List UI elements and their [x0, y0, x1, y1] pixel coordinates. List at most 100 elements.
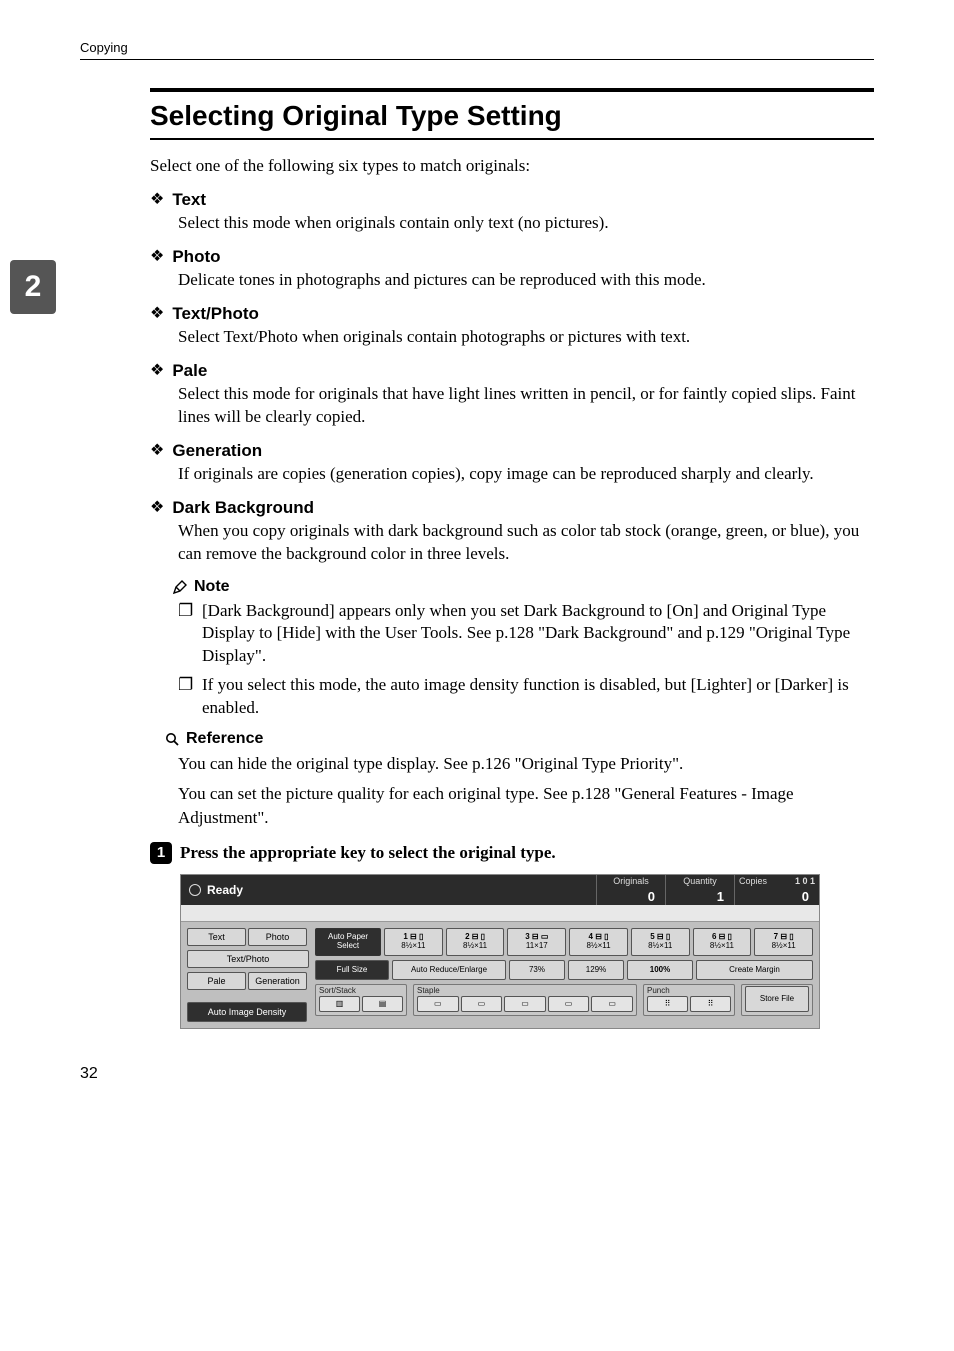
type-photo: ❖ Photo Delicate tones in photographs an…: [150, 247, 874, 292]
paper-tray-2[interactable]: 2 ⊟ ▯8½×11: [446, 928, 505, 956]
sort-option-button[interactable]: ▥: [319, 996, 360, 1012]
page-number: 32: [80, 1065, 874, 1083]
type-title: Text: [172, 190, 206, 210]
copies-counter: Copies 1 0 1 0: [734, 875, 819, 905]
punch-option-button[interactable]: ⠿: [690, 996, 731, 1012]
paper-tray-1[interactable]: 1 ⊟ ▯8½×11: [384, 928, 443, 956]
tray-size: 8½×11: [401, 942, 425, 951]
type-generation: ❖ Generation If originals are copies (ge…: [150, 441, 874, 486]
originals-label: Originals: [601, 876, 661, 886]
diamond-icon: ❖: [150, 249, 164, 265]
type-body: Select this mode when originals contain …: [178, 212, 874, 235]
note-text: [Dark Background] appears only when you …: [202, 600, 874, 669]
sort-stack-label: Sort/Stack: [319, 986, 403, 995]
diamond-icon: ❖: [150, 306, 164, 322]
tray-size: 8½×11: [586, 942, 610, 951]
status-bar: [181, 905, 819, 922]
tray-size: 8½×11: [648, 942, 672, 951]
diamond-icon: ❖: [150, 443, 164, 459]
store-file-button[interactable]: Store File: [745, 986, 809, 1012]
create-margin-button[interactable]: Create Margin: [696, 960, 813, 980]
punch-option-button[interactable]: ⠿: [647, 996, 688, 1012]
staple-group: Staple ▭ ▭ ▭ ▭ ▭: [413, 984, 637, 1016]
generation-type-button[interactable]: Generation: [248, 972, 307, 990]
type-title: Text/Photo: [172, 304, 259, 324]
textphoto-type-button[interactable]: Text/Photo: [187, 950, 309, 968]
diamond-icon: ❖: [150, 363, 164, 379]
pencil-icon: [172, 579, 188, 595]
paper-tray-3[interactable]: 3 ⊟ ▭11×17: [507, 928, 566, 956]
chapter-tab: 2: [10, 260, 56, 314]
diamond-icon: ❖: [150, 192, 164, 208]
zoom-73-button[interactable]: 73%: [509, 960, 565, 980]
full-size-button[interactable]: Full Size: [315, 960, 389, 980]
originals-counter: Originals 0: [596, 875, 665, 905]
title-bar-top: [150, 88, 874, 92]
box-bullet-icon: ❐: [178, 674, 194, 720]
punch-group: Punch ⠿ ⠿: [643, 984, 735, 1016]
staple-option-button[interactable]: ▭: [548, 996, 590, 1012]
type-pale: ❖ Pale Select this mode for originals th…: [150, 361, 874, 429]
staple-option-button[interactable]: ▭: [504, 996, 546, 1012]
type-title: Pale: [172, 361, 207, 381]
text-type-button[interactable]: Text: [187, 928, 246, 946]
store-file-group: Store File: [741, 984, 813, 1016]
note-item: ❐ If you select this mode, the auto imag…: [178, 674, 874, 720]
magnifier-icon: [164, 731, 180, 747]
box-bullet-icon: ❐: [178, 600, 194, 669]
chapter-header: Copying: [80, 40, 874, 55]
staple-option-button[interactable]: ▭: [461, 996, 503, 1012]
pale-type-button[interactable]: Pale: [187, 972, 246, 990]
copies-value: 0: [739, 889, 815, 904]
auto-paper-select-button[interactable]: Auto Paper Select: [315, 928, 381, 956]
reference-label: Reference: [186, 730, 263, 748]
type-body: When you copy originals with dark backgr…: [178, 520, 874, 566]
type-body: Delicate tones in photographs and pictur…: [178, 269, 874, 292]
copies-label: Copies: [739, 876, 767, 886]
ready-led-icon: [189, 884, 201, 896]
staple-option-button[interactable]: ▭: [591, 996, 633, 1012]
type-darkbg: ❖ Dark Background When you copy original…: [150, 498, 874, 566]
header-rule: [80, 59, 874, 60]
type-body: If originals are copies (generation copi…: [178, 463, 874, 486]
zoom-129-button[interactable]: 129%: [568, 960, 624, 980]
stack-option-button[interactable]: ▤: [362, 996, 403, 1012]
auto-reduce-enlarge-button[interactable]: Auto Reduce/Enlarge: [392, 960, 506, 980]
originals-value: 0: [601, 889, 661, 904]
type-textphoto: ❖ Text/Photo Select Text/Photo when orig…: [150, 304, 874, 349]
tray-size: 8½×11: [463, 942, 487, 951]
note-item: ❐ [Dark Background] appears only when yo…: [178, 600, 874, 669]
diamond-icon: ❖: [150, 500, 164, 516]
paper-tray-6[interactable]: 6 ⊟ ▯8½×11: [693, 928, 752, 956]
type-title: Dark Background: [172, 498, 314, 518]
type-text: ❖ Text Select this mode when originals c…: [150, 190, 874, 235]
type-title: Generation: [172, 441, 262, 461]
auto-image-density-button[interactable]: Auto Image Density: [187, 1002, 307, 1022]
zoom-100-display: 100%: [627, 960, 693, 980]
paper-tray-7[interactable]: 7 ⊟ ▯8½×11: [754, 928, 813, 956]
type-body: Select this mode for originals that have…: [178, 383, 874, 429]
type-title: Photo: [172, 247, 220, 267]
intro-text: Select one of the following six types to…: [150, 156, 874, 176]
title-bar-bottom: [150, 138, 874, 140]
note-text: If you select this mode, the auto image …: [202, 674, 874, 720]
reference-heading: Reference: [164, 730, 874, 748]
quantity-counter: Quantity 1: [665, 875, 734, 905]
paper-tray-5[interactable]: 5 ⊟ ▯8½×11: [631, 928, 690, 956]
reference-text: You can hide the original type display. …: [178, 752, 874, 776]
staple-option-button[interactable]: ▭: [417, 996, 459, 1012]
note-label: Note: [194, 578, 230, 596]
auto-paper-line2: Select: [337, 942, 359, 951]
type-body: Select Text/Photo when originals contain…: [178, 326, 874, 349]
step-1: 1 Press the appropriate key to select th…: [150, 842, 874, 864]
quantity-label: Quantity: [670, 876, 730, 886]
ready-label: Ready: [207, 883, 243, 897]
tray-size: 8½×11: [772, 942, 796, 951]
paper-tray-4[interactable]: 4 ⊟ ▯8½×11: [569, 928, 628, 956]
copies-big-value: 1 0 1: [795, 876, 815, 886]
tray-size: 8½×11: [710, 942, 734, 951]
copier-panel: Ready Originals 0 Quantity 1: [180, 874, 820, 1029]
note-heading: Note: [172, 578, 874, 596]
photo-type-button[interactable]: Photo: [248, 928, 307, 946]
panel-topbar: Ready Originals 0 Quantity 1: [181, 875, 819, 905]
